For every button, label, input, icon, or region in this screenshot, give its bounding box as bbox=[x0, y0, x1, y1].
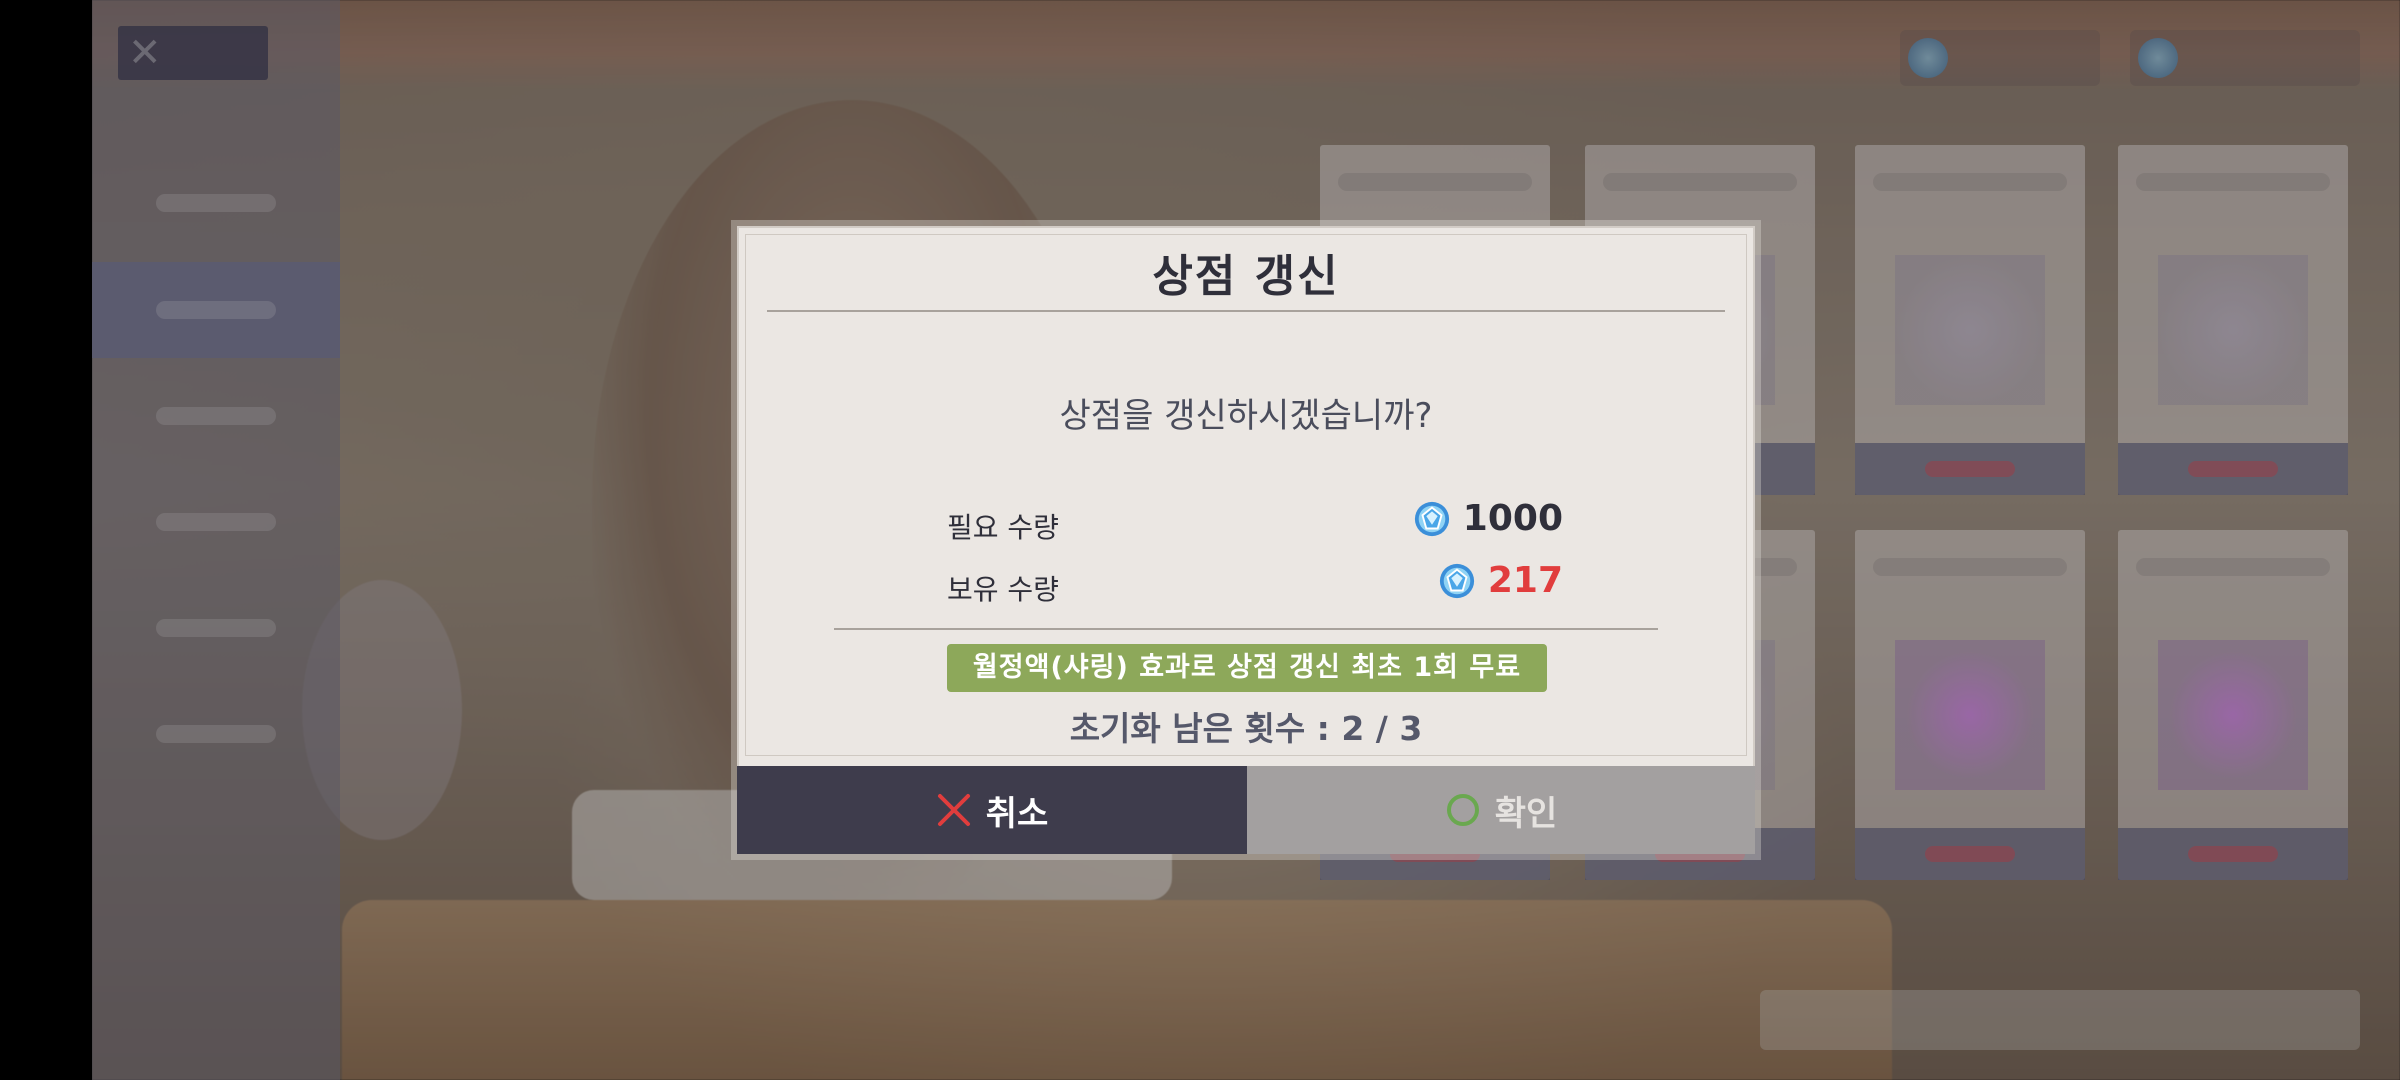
required-amount-number: 1000 bbox=[1462, 498, 1563, 539]
gem-icon bbox=[1439, 563, 1474, 598]
cancel-button-label: 취소 bbox=[985, 793, 1049, 834]
owned-amount-value: 217 bbox=[1438, 560, 1563, 601]
owned-amount-row: 보유 수량 217 bbox=[947, 560, 1563, 606]
subscription-bonus-banner: 월정액(샤링) 효과로 상점 갱신 최초 1회 무료 bbox=[947, 644, 1547, 692]
reset-remaining-count: 초기화 남은 횟수 : 2 / 3 bbox=[1069, 709, 1423, 748]
required-amount-row: 필요 수량 1000 bbox=[947, 498, 1563, 544]
title-divider bbox=[767, 310, 1725, 312]
circle-icon bbox=[1446, 794, 1479, 826]
confirm-button-label: 확인 bbox=[1494, 793, 1558, 834]
content-divider bbox=[834, 628, 1658, 630]
owned-amount-number: 217 bbox=[1487, 560, 1563, 601]
screen-edge bbox=[0, 0, 92, 1080]
confirm-button[interactable]: 확인 bbox=[1247, 766, 1755, 854]
gem-icon bbox=[1414, 501, 1449, 536]
shop-refresh-dialog: 상점 갱신 상점을 갱신하시겠습니까? 필요 수량 1000 보유 수량 217 bbox=[737, 226, 1755, 854]
dialog-question: 상점을 갱신하시겠습니까? bbox=[1059, 396, 1433, 436]
x-icon bbox=[937, 794, 970, 826]
required-amount-value: 1000 bbox=[1413, 498, 1563, 539]
cancel-button[interactable]: 취소 bbox=[737, 766, 1247, 854]
owned-amount-label: 보유 수량 bbox=[947, 573, 1059, 606]
dialog-title: 상점 갱신 bbox=[1152, 251, 1340, 302]
required-amount-label: 필요 수량 bbox=[947, 511, 1059, 544]
